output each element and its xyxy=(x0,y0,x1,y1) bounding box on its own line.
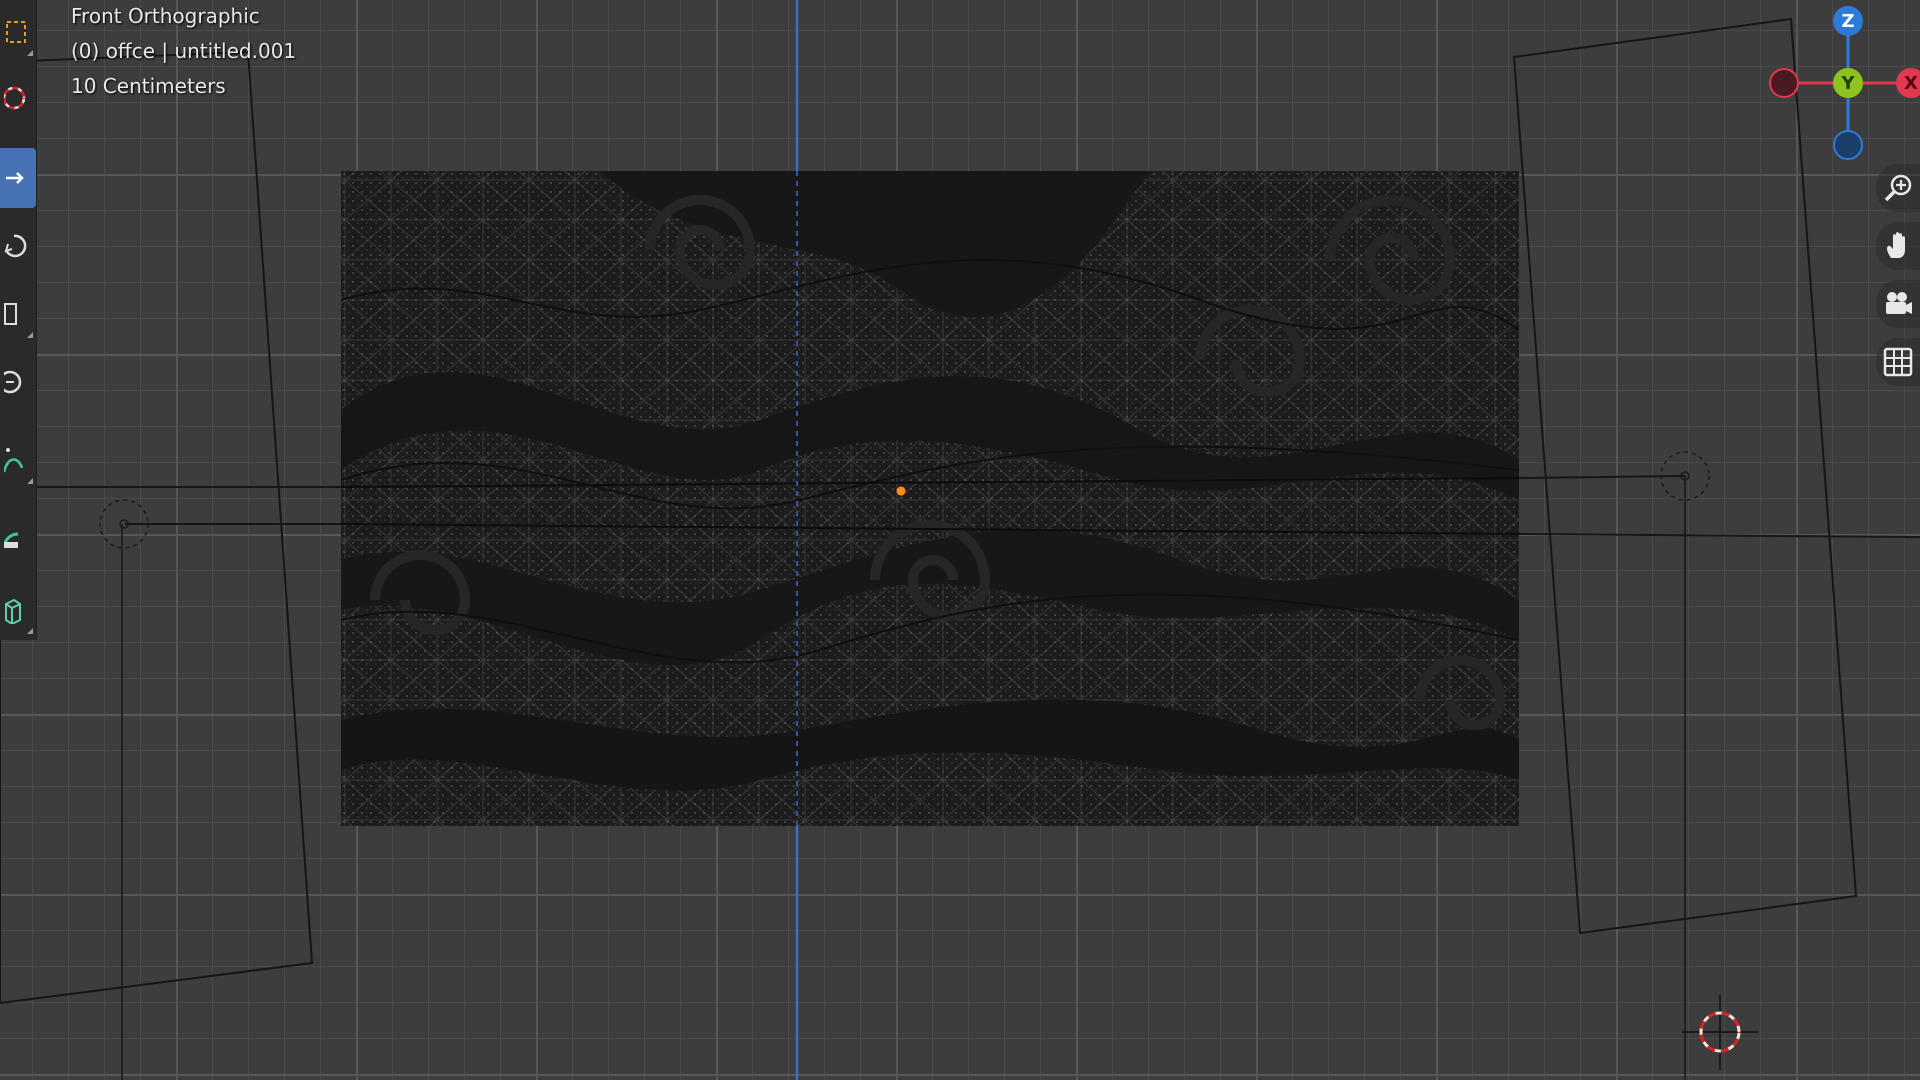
gizmo-y-axis[interactable]: Y xyxy=(1833,68,1863,98)
scale-tool[interactable] xyxy=(0,284,36,344)
select-box-tool[interactable] xyxy=(0,2,36,62)
add-cube-tool[interactable] xyxy=(0,580,36,640)
ortho-toggle-button[interactable] xyxy=(1876,338,1920,386)
annotate-tool[interactable] xyxy=(0,430,36,490)
annotate-icon xyxy=(4,448,24,473)
measure-icon xyxy=(4,532,19,549)
navigation-gizmo[interactable]: Z Y X xyxy=(1760,0,1920,165)
camera-view-button[interactable] xyxy=(1876,280,1920,328)
gizmo-neg-x-axis[interactable] xyxy=(1769,68,1799,98)
cursor-tool[interactable] xyxy=(0,68,36,128)
collection-object-label: (0) offce | untitled.001 xyxy=(71,39,297,63)
view-name-label: Front Orthographic xyxy=(71,4,260,28)
transform-tool[interactable] xyxy=(0,352,36,412)
rotate-icon xyxy=(4,234,27,258)
zoom-button[interactable] xyxy=(1876,164,1920,212)
3d-viewport[interactable]: Front Orthographic (0) offce | untitled.… xyxy=(0,0,1920,1080)
zoom-icon xyxy=(1884,174,1912,202)
cursor-icon xyxy=(4,86,26,110)
camera-view-icon xyxy=(1886,292,1912,314)
viewport-scene xyxy=(0,0,1920,1080)
gizmo-z-axis[interactable]: Z xyxy=(1833,6,1863,36)
tool-shelf xyxy=(0,0,37,640)
mesh-plane xyxy=(341,171,1519,826)
measure-tool[interactable] xyxy=(0,506,36,566)
pan-button[interactable] xyxy=(1876,222,1920,270)
ortho-grid-icon xyxy=(1883,347,1913,377)
gizmo-x-axis[interactable]: X xyxy=(1896,68,1920,98)
transform-icon xyxy=(4,370,22,394)
3d-cursor xyxy=(1682,995,1758,1070)
add-cube-icon xyxy=(5,598,21,624)
move-icon xyxy=(6,172,24,184)
grid-scale-label: 10 Centimeters xyxy=(71,74,226,98)
pan-hand-icon xyxy=(1887,232,1905,258)
scale-icon xyxy=(4,303,17,325)
move-tool[interactable] xyxy=(0,148,36,208)
rotate-tool[interactable] xyxy=(0,216,36,276)
select-box-icon xyxy=(6,21,26,43)
left-camera-frame xyxy=(0,50,314,1005)
object-origin-dot xyxy=(896,486,906,496)
gizmo-neg-z-axis[interactable] xyxy=(1833,130,1863,160)
